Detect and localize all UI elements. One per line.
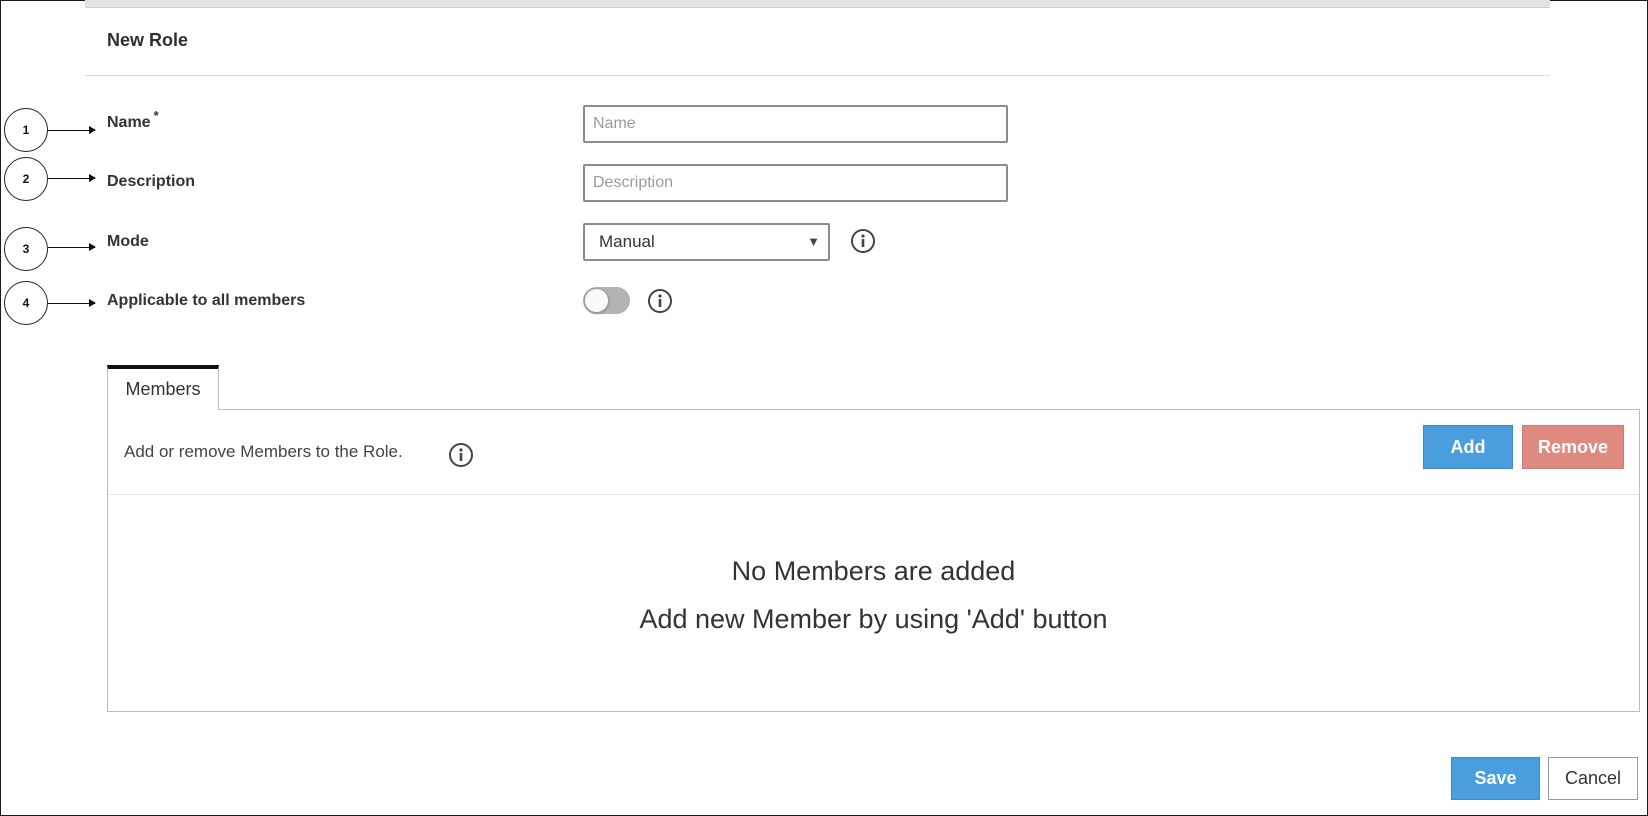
- callout-1: 1: [4, 108, 48, 152]
- top-bar: [85, 0, 1550, 8]
- page-title: New Role: [107, 30, 189, 50]
- info-icon[interactable]: [850, 228, 876, 254]
- applicable-label: Applicable to all members: [107, 292, 306, 309]
- toggle-knob: [584, 288, 609, 313]
- callout-4: 4: [4, 281, 48, 325]
- members-panel: Add or remove Members to the Role. Add R…: [107, 409, 1640, 712]
- mode-label: Mode: [107, 233, 149, 250]
- description-input[interactable]: [583, 164, 1008, 202]
- remove-member-button[interactable]: Remove: [1522, 425, 1624, 469]
- callout-arrow-3: [48, 243, 96, 251]
- callout-3: 3: [4, 227, 48, 271]
- callout-arrow-1: [48, 126, 96, 134]
- callout-2: 2: [4, 157, 48, 201]
- empty-state-subtitle: Add new Member by using 'Add' button: [639, 604, 1108, 634]
- name-input[interactable]: [583, 105, 1008, 143]
- panel-divider: [108, 494, 1639, 495]
- mode-select-value: Manual: [599, 232, 655, 251]
- required-asterisk: *: [153, 108, 159, 123]
- tab-members[interactable]: Members: [107, 365, 219, 410]
- name-label-text: Name: [107, 114, 151, 131]
- info-icon[interactable]: [647, 288, 673, 314]
- empty-state-title: No Members are added: [731, 556, 1016, 586]
- members-description: Add or remove Members to the Role.: [124, 442, 403, 461]
- cancel-button[interactable]: Cancel: [1548, 757, 1638, 800]
- save-button[interactable]: Save: [1451, 757, 1540, 800]
- mode-select[interactable]: Manual ▼: [583, 223, 830, 261]
- callout-arrow-2: [48, 174, 96, 182]
- name-label: Name *: [107, 108, 159, 132]
- description-label: Description: [107, 173, 196, 190]
- info-icon[interactable]: [448, 442, 474, 468]
- header-divider: [85, 75, 1550, 76]
- applicable-toggle[interactable]: [583, 287, 630, 314]
- chevron-down-icon: ▼: [807, 234, 820, 249]
- callout-arrow-4: [48, 299, 96, 307]
- add-member-button[interactable]: Add: [1423, 425, 1513, 469]
